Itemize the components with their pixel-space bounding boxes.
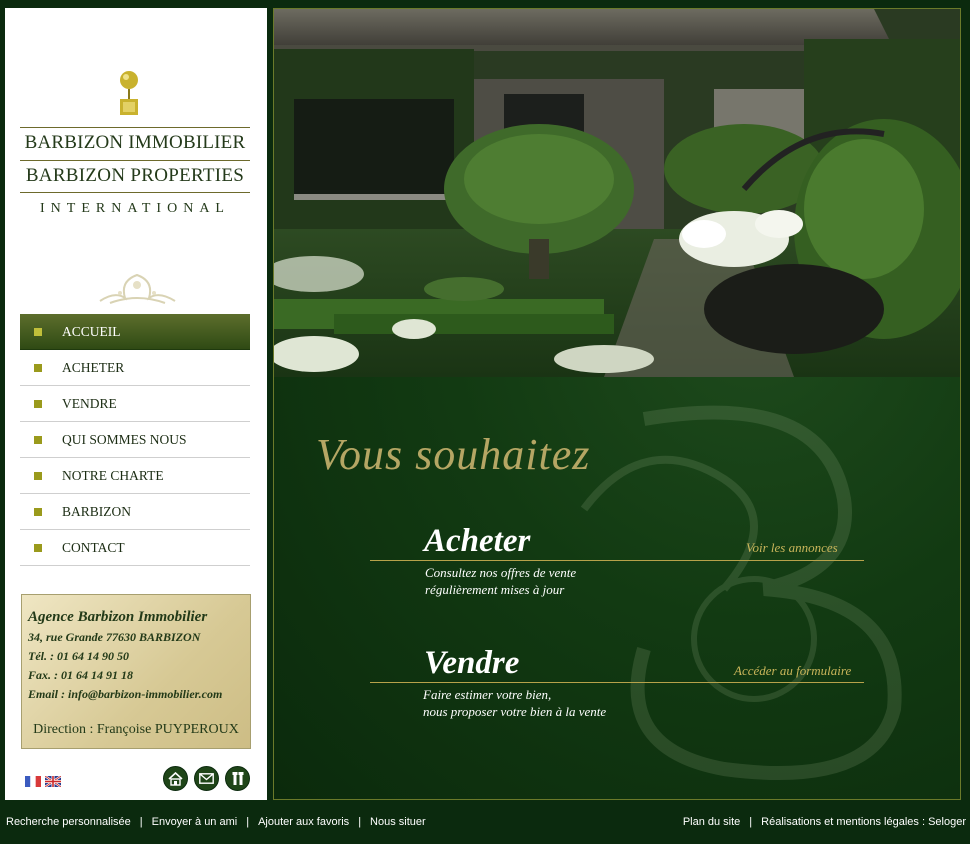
section-desc-line: Consultez nos offres de vente bbox=[425, 565, 577, 580]
agency-address: 34, rue Grande 77630 BARBIZON bbox=[28, 630, 201, 644]
bullet-icon bbox=[34, 543, 42, 552]
agency-email[interactable]: Email : info@barbizon-immobilier.com bbox=[28, 687, 244, 702]
nav-item-label: QUI SOMMES NOUS bbox=[62, 431, 187, 447]
nav-item-label: NOTRE CHARTE bbox=[62, 467, 164, 483]
section-desc-line: régulièrement mises à jour bbox=[425, 582, 565, 597]
ornament-swirl-icon bbox=[99, 273, 176, 304]
nav-item-label: CONTACT bbox=[62, 539, 125, 555]
main-nav: ACCUEIL ACHETER VENDRE QUI SOMMES NOUS N… bbox=[20, 314, 250, 566]
nav-item-label: ACHETER bbox=[62, 359, 125, 375]
footer-link-mentions-legales[interactable]: Réalisations et mentions légales : Selog… bbox=[761, 816, 966, 828]
quick-actions bbox=[163, 766, 250, 791]
bullet-icon bbox=[34, 399, 42, 408]
footer-links-left: Recherche personnalisée | Envoyer à un a… bbox=[6, 816, 426, 828]
logo-ornament-icon bbox=[120, 71, 138, 115]
section-divider bbox=[370, 682, 864, 683]
section-title-vendre: Vendre bbox=[424, 645, 520, 681]
bullet-icon bbox=[34, 471, 42, 480]
nav-item-notre-charte[interactable]: NOTRE CHARTE bbox=[20, 458, 250, 494]
logo-divider bbox=[20, 160, 250, 161]
nav-item-vendre[interactable]: VENDRE bbox=[20, 386, 250, 422]
language-selector bbox=[25, 776, 61, 787]
garden-house-photo bbox=[274, 9, 960, 377]
section-desc-acheter: Consultez nos offres de vente régulièrem… bbox=[425, 564, 576, 598]
agency-fax: Fax. : 01 64 14 91 18 bbox=[28, 668, 133, 682]
footer-separator: | bbox=[749, 816, 753, 828]
logo-title: BARBIZON IMMOBILIER bbox=[24, 132, 246, 153]
bullet-icon bbox=[34, 327, 42, 336]
bullet-icon bbox=[34, 363, 42, 372]
flag-uk-icon[interactable] bbox=[45, 776, 61, 787]
bullet-icon bbox=[34, 507, 42, 516]
section-title-acheter: Acheter bbox=[424, 523, 531, 559]
footer: Recherche personnalisée | Envoyer à un a… bbox=[0, 812, 970, 836]
footer-link-plan-du-site[interactable]: Plan du site bbox=[683, 816, 740, 828]
footer-separator: | bbox=[139, 816, 143, 828]
home-icon[interactable] bbox=[163, 766, 188, 791]
section-desc-line: Faire estimer votre bien, bbox=[423, 687, 552, 702]
agency-info-box: Agence Barbizon Immobilier 34, rue Grand… bbox=[21, 594, 251, 749]
section-divider bbox=[370, 560, 864, 561]
footer-links-right: Plan du site | Réalisations et mentions … bbox=[683, 816, 966, 828]
logo-divider bbox=[20, 192, 250, 193]
nav-item-label: ACCUEIL bbox=[62, 323, 121, 339]
agency-name: Agence Barbizon Immobilier bbox=[28, 609, 208, 625]
main-content: Vous souhaitez Acheter Voir les annonces… bbox=[273, 8, 961, 800]
sidebar: BARBIZON IMMOBILIER BARBIZON PROPERTIES … bbox=[5, 8, 267, 800]
agency-direction: Direction : Françoise PUYPEROUX bbox=[33, 722, 239, 737]
nav-item-label: BARBIZON bbox=[62, 503, 132, 519]
flag-fr-icon[interactable] bbox=[25, 776, 41, 787]
agency-tel: Tél. : 01 64 14 90 50 bbox=[28, 649, 129, 663]
footer-link-recherche[interactable]: Recherche personnalisée bbox=[6, 816, 131, 828]
logo-divider bbox=[20, 127, 250, 128]
mail-icon[interactable] bbox=[194, 766, 219, 791]
nav-item-qui-sommes-nous[interactable]: QUI SOMMES NOUS bbox=[20, 422, 250, 458]
footer-separator: | bbox=[358, 816, 362, 828]
tools-icon[interactable] bbox=[225, 766, 250, 791]
nav-item-label: VENDRE bbox=[62, 395, 117, 411]
nav-item-accueil[interactable]: ACCUEIL bbox=[20, 314, 250, 350]
nav-item-acheter[interactable]: ACHETER bbox=[20, 350, 250, 386]
bullet-icon bbox=[34, 435, 42, 444]
footer-link-envoyer-ami[interactable]: Envoyer à un ami bbox=[152, 816, 238, 828]
footer-link-favoris[interactable]: Ajouter aux favoris bbox=[258, 816, 349, 828]
logo-international: INTERNATIONAL bbox=[40, 201, 230, 216]
footer-separator: | bbox=[246, 816, 250, 828]
footer-link-nous-situer[interactable]: Nous situer bbox=[370, 816, 426, 828]
section-desc-vendre: Faire estimer votre bien, nous proposer … bbox=[423, 686, 606, 720]
link-voir-annonces[interactable]: Voir les annonces bbox=[746, 540, 838, 556]
section-desc-line: nous proposer votre bien à la vente bbox=[423, 704, 607, 719]
nav-item-barbizon[interactable]: BARBIZON bbox=[20, 494, 250, 530]
nav-item-contact[interactable]: CONTACT bbox=[20, 530, 250, 566]
link-acceder-formulaire[interactable]: Accéder au formulaire bbox=[734, 663, 851, 679]
logo-subtitle: BARBIZON PROPERTIES bbox=[25, 165, 245, 186]
page-headline: Vous souhaitez bbox=[316, 430, 591, 479]
